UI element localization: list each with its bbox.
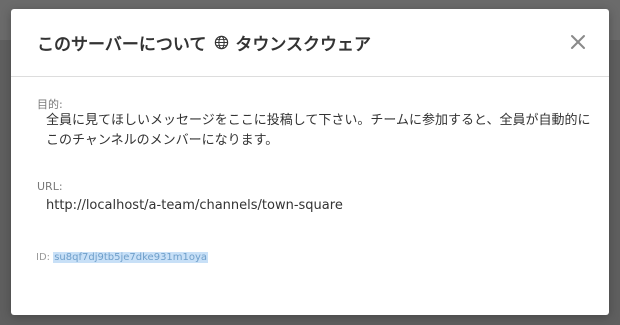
purpose-text: 全員に見てほしいメッセージをここに投稿して下さい。チームに参加すると、全員が自動…: [46, 113, 591, 148]
id-label: ID:: [36, 252, 51, 263]
channel-name: タウンスクウェア: [235, 35, 371, 55]
modal-title-text: このサーバーについて: [37, 35, 207, 55]
channel-id-row: ID: su8qf7dj9tb5je7dke931m1oya: [36, 252, 209, 263]
url-value[interactable]: http://localhost/a-team/channels/town-sq…: [46, 196, 591, 216]
close-button[interactable]: [567, 31, 589, 53]
url-label: URL:: [37, 180, 63, 193]
modal-header: このサーバーについて タウンスクウェア: [11, 9, 609, 77]
channel-id-value[interactable]: su8qf7dj9tb5je7dke931m1oya: [53, 252, 209, 263]
globe-icon: [215, 35, 229, 50]
purpose-label: 目的:: [37, 98, 63, 111]
modal-title: このサーバーについて タウンスクウェア: [37, 30, 371, 55]
close-icon: [571, 35, 585, 49]
about-channel-modal: このサーバーについて タウンスクウェア 目的: 全員に見てほしいメッセージをここ…: [11, 9, 609, 315]
